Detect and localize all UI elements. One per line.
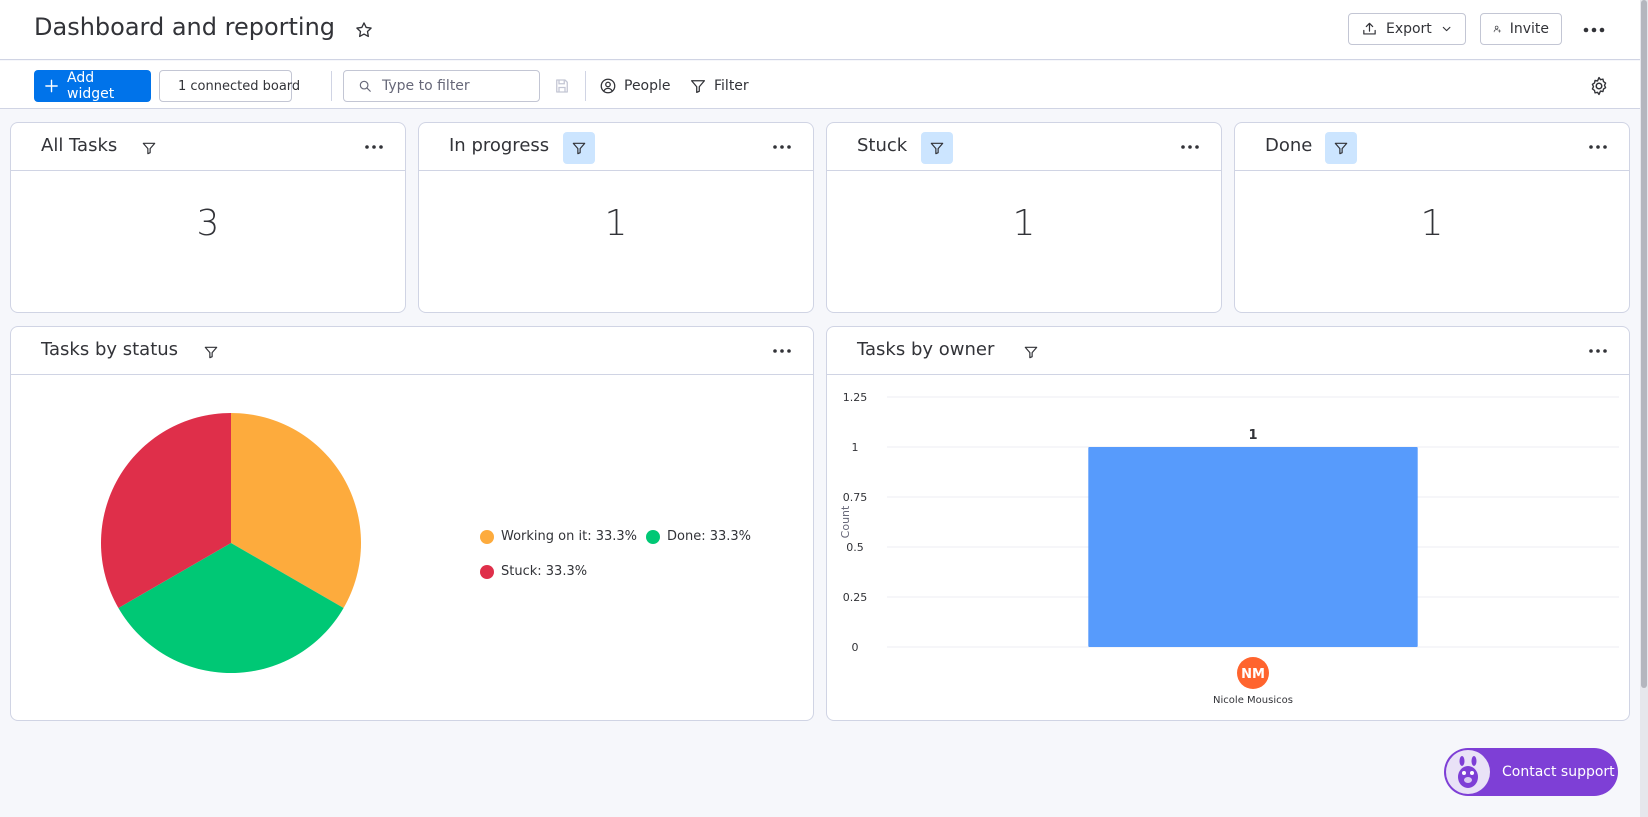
x-tick-label: Nicole Mousicos [1213, 695, 1293, 706]
number-widget-all-tasks: All Tasks 3 [10, 122, 406, 313]
widget-title: In progress [449, 135, 550, 156]
connected-board-button[interactable]: 1 connected board [159, 70, 300, 102]
bar-chart: 0 0.25 0.5 0.75 1 1.25 Count 1 NM Nicole Mousicos [839, 391, 1619, 706]
y-tick-label: 1 [852, 441, 859, 454]
funnel-icon [142, 142, 156, 155]
y-tick-label: 0 [852, 641, 859, 654]
legend-label: Done: 33.3% [667, 529, 752, 544]
number-widget-stuck: Stuck 1 [826, 122, 1222, 313]
widget-title: Done [1265, 135, 1313, 156]
widget-number: 1 [1012, 203, 1036, 244]
connected-board-label: 1 connected board [178, 78, 301, 94]
widget-header: Stuck [827, 123, 1221, 171]
widget-header: All Tasks [11, 123, 405, 171]
pie-widget-tasks-by-status: Tasks by status Working on it: 33.3% Don… [10, 326, 814, 721]
legend-item: Stuck: 33.3% [480, 564, 587, 579]
legend-label: Stuck: 33.3% [501, 564, 588, 579]
bar-widget-tasks-by-owner: Tasks by owner 0 0.25 0.5 0.75 1 1.25 Count 1 NM… [826, 326, 1630, 721]
funnel-icon [204, 346, 218, 359]
y-tick-label: 0.75 [843, 491, 868, 504]
legend-swatch [480, 564, 494, 579]
more-options-icon[interactable] [1587, 341, 1609, 361]
more-options-icon[interactable] [1581, 18, 1607, 42]
widget-number: 1 [1420, 203, 1444, 244]
funnel-icon [930, 142, 944, 155]
widget-filter-button[interactable] [563, 132, 595, 164]
add-widget-label: Add widget [67, 70, 115, 102]
chevron-down-icon [1442, 26, 1451, 32]
invite-button[interactable]: Invite [1480, 13, 1562, 45]
add-widget-button[interactable]: Add widget [34, 70, 151, 102]
people-filter-button[interactable]: People [599, 73, 671, 99]
legend-swatch [646, 529, 660, 544]
filter-label: Filter [714, 78, 749, 94]
more-options-icon[interactable] [771, 137, 793, 157]
bar[interactable] [1088, 447, 1418, 647]
scrollbar-thumb[interactable] [1641, 0, 1647, 688]
filter-placeholder: Type to filter [382, 78, 470, 94]
funnel-icon [690, 80, 706, 94]
people-label: People [624, 78, 671, 94]
widget-filter-button[interactable] [133, 132, 165, 164]
filter-input[interactable]: Type to filter [343, 70, 540, 102]
widget-header: Done [1235, 123, 1629, 171]
filter-button[interactable]: Filter [689, 73, 749, 99]
contact-support-button[interactable]: Contact support [1444, 748, 1618, 796]
person-circle-icon [600, 78, 616, 94]
export-button[interactable]: Export [1348, 13, 1466, 45]
llama-avatar-icon [1446, 750, 1490, 794]
number-widget-done: Done 1 [1234, 122, 1630, 313]
number-widget-in-progress: In progress 1 [418, 122, 814, 313]
dashboard-header: Dashboard and reporting Export Invite [0, 0, 1640, 60]
widget-number: 1 [604, 203, 628, 244]
funnel-icon [572, 142, 586, 155]
more-options-icon[interactable] [363, 137, 385, 157]
y-tick-label: 0.25 [843, 591, 868, 604]
funnel-icon [1024, 346, 1038, 359]
widget-filter-button[interactable] [1015, 336, 1047, 368]
widget-title: All Tasks [41, 135, 118, 156]
owner-initials: NM [1241, 667, 1265, 682]
widget-filter-button[interactable] [195, 336, 227, 368]
legend-item: Working on it: 33.3% [480, 529, 637, 544]
export-label: Export [1385, 21, 1432, 37]
widget-header: Tasks by owner [827, 327, 1629, 375]
page-title: Dashboard and reporting [34, 13, 336, 41]
invite-label: Invite [1509, 21, 1549, 37]
widget-number: 3 [196, 203, 220, 244]
widget-filter-button[interactable] [921, 132, 953, 164]
y-tick-label: 1.25 [843, 391, 868, 404]
toolbar-divider [585, 71, 586, 101]
dashboard-toolbar: Add widget 1 connected board Type to fil… [0, 61, 1640, 109]
y-tick-label: 0.5 [846, 541, 864, 554]
search-icon [359, 80, 371, 92]
more-options-icon[interactable] [1179, 137, 1201, 157]
bar-data-label: 1 [1248, 428, 1257, 443]
save-icon[interactable] [553, 77, 571, 95]
widget-header: Tasks by status [11, 327, 813, 375]
plus-icon [45, 79, 58, 93]
more-options-icon[interactable] [1587, 137, 1609, 157]
upload-icon [1363, 22, 1376, 35]
legend-item: Done: 33.3% [646, 529, 751, 544]
add-person-icon [1493, 25, 1502, 33]
star-icon[interactable] [354, 20, 374, 40]
funnel-icon [1334, 142, 1348, 155]
widget-filter-button[interactable] [1325, 132, 1357, 164]
gear-icon[interactable] [1588, 75, 1610, 97]
widget-header: In progress [419, 123, 813, 171]
widget-title: Stuck [857, 135, 908, 156]
more-options-icon[interactable] [771, 341, 793, 361]
contact-support-label: Contact support [1502, 764, 1615, 780]
legend-label: Working on it: 33.3% [501, 529, 637, 544]
y-axis-label: Count [839, 505, 852, 538]
toolbar-divider [331, 71, 332, 101]
widget-title: Tasks by owner [857, 339, 995, 360]
legend-swatch [480, 529, 494, 544]
widget-title: Tasks by status [41, 339, 179, 360]
pie-chart [101, 413, 361, 673]
